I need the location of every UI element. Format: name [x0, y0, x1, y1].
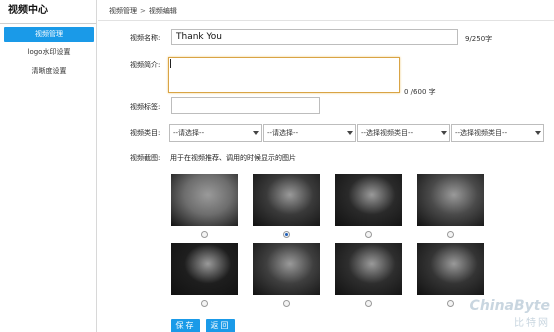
tag-label: 视频标签: — [130, 103, 161, 111]
cover-thumbnail[interactable] — [335, 243, 402, 295]
cover-thumbnail[interactable] — [253, 243, 320, 295]
select-value: --选择视频类目-- — [361, 129, 414, 137]
category-select-3[interactable]: --选择视频类目-- — [357, 124, 450, 142]
title-input[interactable]: Thank You — [171, 29, 458, 45]
cover-radio[interactable] — [365, 231, 372, 238]
category-select-1[interactable]: --请选择-- — [169, 124, 262, 142]
cover-label: 视频截图: — [130, 154, 161, 162]
save-button[interactable]: 保存 — [171, 319, 200, 332]
cover-radio[interactable] — [365, 300, 372, 307]
chevron-down-icon — [253, 131, 259, 135]
cover-thumbnail[interactable] — [253, 174, 320, 226]
sidebar-title: 视频中心 — [0, 0, 96, 24]
select-value: --请选择-- — [267, 129, 299, 137]
tag-input[interactable] — [171, 97, 320, 114]
text-cursor — [170, 59, 171, 68]
intro-textarea[interactable] — [168, 57, 400, 93]
main-content: 视频管理 > 视频编辑 视频名称: Thank You 9/250字 视频简介: 0… — [98, 0, 554, 332]
cover-radio[interactable] — [283, 300, 290, 307]
intro-counter: 0 /600 字 — [404, 88, 436, 96]
sidebar-item-video-manage[interactable]: 视频管理 — [4, 27, 94, 42]
intro-label: 视频简介: — [130, 61, 161, 69]
chevron-right-icon: > — [140, 7, 146, 15]
site-watermark-logo: ChinaByte 比特网 — [470, 298, 550, 329]
sidebar-item-clarity-settings[interactable]: 清晰度设置 — [4, 64, 94, 79]
watermark-line-1: ChinaByte — [469, 298, 550, 314]
category-select-4[interactable]: --选择视频类目-- — [451, 124, 544, 142]
cover-thumbnail[interactable] — [335, 174, 402, 226]
cover-hint: 用于在视频推荐、调用的时候显示的图片 — [170, 154, 296, 162]
breadcrumb-current: 视频编辑 — [148, 7, 177, 15]
title-counter: 9/250字 — [465, 35, 493, 43]
sidebar: 视频中心 视频管理 logo水印设置 清晰度设置 — [0, 0, 97, 332]
chevron-down-icon — [535, 131, 541, 135]
cover-thumbnail[interactable] — [417, 243, 484, 295]
cover-radio[interactable] — [201, 300, 208, 307]
category-label: 视频类目: — [130, 129, 161, 137]
category-select-2[interactable]: --请选择-- — [263, 124, 356, 142]
cover-radio[interactable] — [447, 231, 454, 238]
sidebar-item-logo-watermark[interactable]: logo水印设置 — [4, 45, 94, 60]
breadcrumb: 视频管理 > 视频编辑 — [109, 6, 177, 16]
cover-thumbnail[interactable] — [417, 174, 484, 226]
watermark-line-2: 比特网 — [514, 318, 550, 329]
cover-radio[interactable] — [201, 231, 208, 238]
cover-radio[interactable] — [283, 231, 290, 238]
cover-thumbnail[interactable] — [171, 243, 238, 295]
title-label: 视频名称: — [130, 34, 161, 42]
cover-thumbnail[interactable] — [171, 174, 238, 226]
select-value: --请选择-- — [173, 129, 205, 137]
breadcrumb-parent-link[interactable]: 视频管理 — [109, 7, 137, 15]
back-button[interactable]: 返回 — [206, 319, 235, 332]
cover-radio[interactable] — [447, 300, 454, 307]
divider — [98, 20, 554, 21]
chevron-down-icon — [441, 131, 447, 135]
select-value: --选择视频类目-- — [455, 129, 508, 137]
chevron-down-icon — [347, 131, 353, 135]
